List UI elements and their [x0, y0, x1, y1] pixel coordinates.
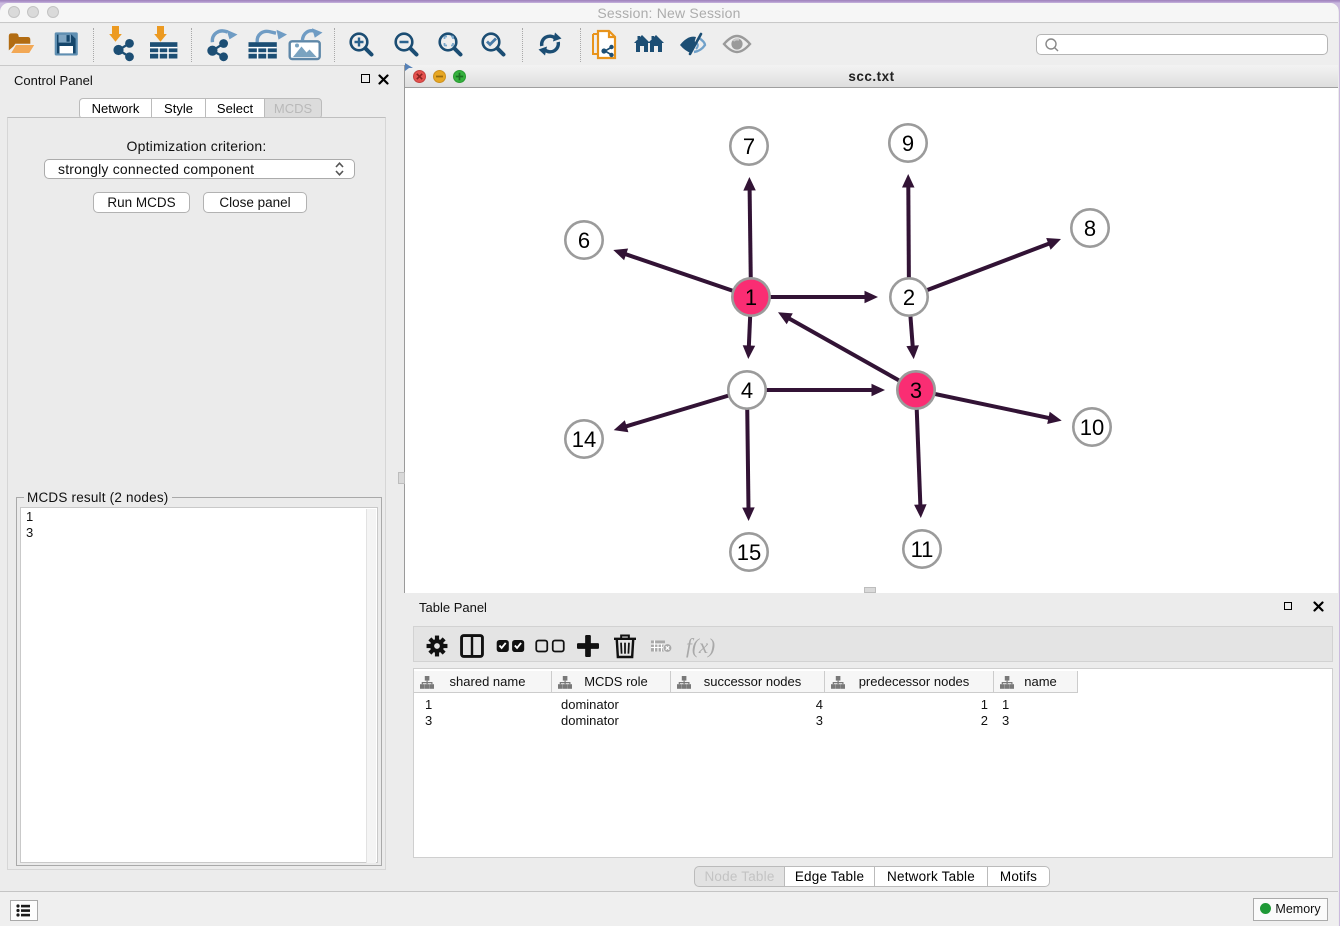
svg-text:2: 2	[903, 285, 915, 310]
svg-text:1: 1	[745, 285, 757, 310]
svg-text:14: 14	[572, 427, 596, 452]
svg-text:4: 4	[741, 378, 753, 403]
svg-text:8: 8	[1084, 216, 1096, 241]
svg-text:3: 3	[910, 378, 922, 403]
svg-text:9: 9	[902, 131, 914, 156]
svg-text:11: 11	[911, 537, 934, 562]
svg-text:6: 6	[578, 228, 590, 253]
svg-text:10: 10	[1080, 415, 1104, 440]
svg-text:f(x): f(x)	[686, 634, 715, 658]
svg-text:15: 15	[737, 540, 761, 565]
svg-text:7: 7	[743, 134, 755, 159]
